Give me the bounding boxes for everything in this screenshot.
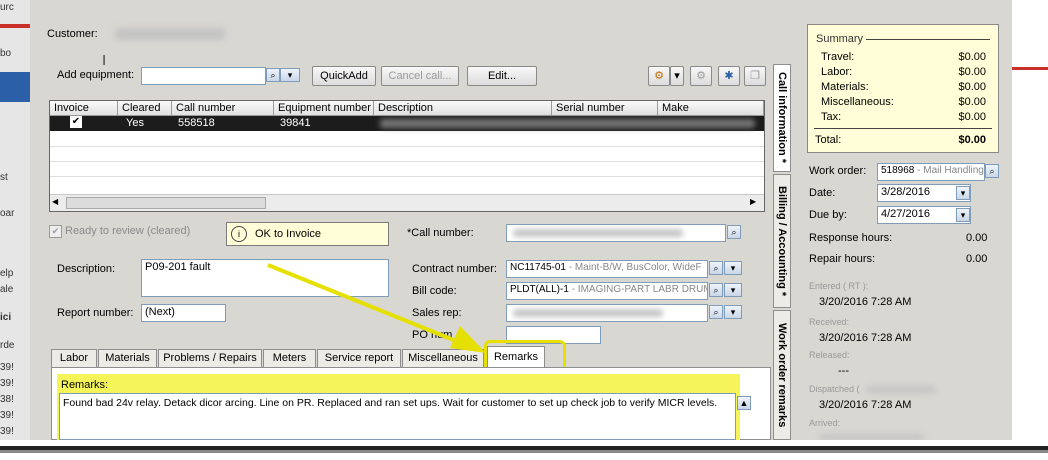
- strip-text: 39!: [0, 410, 14, 421]
- background-accent-line: [1012, 67, 1048, 70]
- strip-text: 39!: [0, 426, 14, 437]
- calendar-dropdown-icon[interactable]: ▾: [956, 208, 970, 222]
- summary-tax-label: Tax:: [821, 111, 842, 123]
- summary-total-value: $0.00: [958, 134, 986, 146]
- strip-text: st: [0, 172, 8, 183]
- screenshot-bottom-edge: [0, 440, 1048, 460]
- dispatched-tech-redacted: [866, 386, 936, 393]
- strip-accent: [0, 72, 30, 102]
- summary-tax-value: $0.00: [958, 111, 986, 123]
- entered-label: Entered ( RT ):: [809, 281, 869, 291]
- summary-travel-value: $0.00: [958, 51, 986, 63]
- summary-divider: [866, 39, 990, 40]
- due-by-label: Due by:: [809, 209, 847, 221]
- background-window-strip: urc bo st oar elp ale ici rde 39! 39! 38…: [0, 0, 31, 440]
- summary-total-label: Total:: [815, 134, 842, 146]
- calendar-dropdown-icon[interactable]: ▾: [956, 186, 970, 200]
- strip-text: rde: [0, 340, 15, 351]
- tab-billing-accounting[interactable]: Billing / Accounting *: [773, 174, 791, 308]
- strip-accent: [0, 24, 30, 28]
- strip-text: oar: [0, 208, 15, 219]
- response-hours-label: Response hours:: [809, 232, 893, 244]
- strip-text: ale: [0, 284, 14, 295]
- summary-divider: [814, 128, 992, 129]
- summary-labor-label: Labor:: [821, 66, 853, 78]
- dispatched-label: Dispatched (: [809, 384, 860, 394]
- tab-work-order-remarks[interactable]: Work order remarks: [773, 310, 791, 440]
- work-order-value: 518968: [881, 165, 915, 176]
- background-window-edge: [1012, 0, 1048, 440]
- date-label: Date:: [809, 187, 836, 199]
- received-value: 3/20/2016 7:28 AM: [819, 332, 912, 344]
- strip-text: 39!: [0, 378, 14, 389]
- summary-misc-value: $0.00: [958, 96, 986, 108]
- arrived-label: Arrived:: [809, 418, 841, 428]
- work-order-desc: - Mail Handling: [914, 165, 984, 176]
- summary-title: Summary: [816, 33, 864, 45]
- work-order-input[interactable]: 518968 - Mail Handling: [877, 163, 985, 181]
- strip-text: 38!: [0, 394, 14, 405]
- received-label: Received:: [809, 317, 850, 327]
- summary-materials-value: $0.00: [958, 81, 986, 93]
- released-value: ---: [838, 365, 849, 377]
- released-label: Released:: [809, 350, 850, 360]
- summary-misc-label: Miscellaneous:: [821, 96, 894, 108]
- service-call-window: Customer: Ⅰ Add equipment: ⌕ ▾ QuickAdd …: [30, 0, 1012, 440]
- response-hours-value: 0.00: [966, 232, 988, 244]
- repair-hours-value: 0.00: [966, 253, 988, 265]
- summary-labor-value: $0.00: [958, 66, 986, 78]
- search-icon[interactable]: ⌕: [985, 164, 999, 178]
- strip-text: bo: [0, 48, 12, 59]
- strip-text: elp: [0, 268, 14, 279]
- tab-call-information[interactable]: Call information *: [773, 64, 791, 172]
- repair-hours-label: Repair hours:: [809, 253, 876, 265]
- summary-travel-label: Travel:: [821, 51, 855, 63]
- strip-text: 39!: [0, 362, 14, 373]
- dispatched-value: 3/20/2016 7:28 AM: [819, 399, 912, 411]
- summary-materials-label: Materials:: [821, 81, 869, 93]
- entered-value: 3/20/2016 7:28 AM: [819, 296, 912, 308]
- work-order-label: Work order:: [809, 165, 867, 177]
- strip-text: ici: [0, 312, 12, 323]
- bottom-edge-line: [0, 450, 1048, 453]
- strip-text: urc: [0, 2, 14, 13]
- summary-panel: Summary Travel: $0.00 Labor: $0.00 Mater…: [807, 24, 999, 153]
